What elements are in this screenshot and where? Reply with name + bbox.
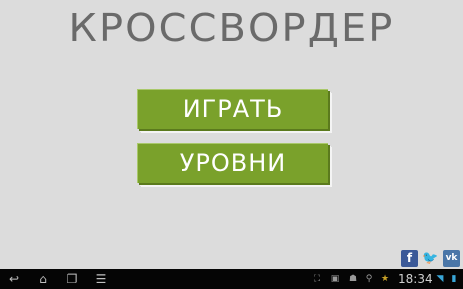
menu-icon[interactable]: ☰	[93, 269, 109, 289]
usb-icon: ⚲	[365, 274, 373, 284]
star-icon: ★	[380, 274, 390, 284]
vk-icon[interactable]: vk	[443, 250, 460, 267]
screenshot-icon: ⛶	[313, 274, 321, 284]
app-title: КРОССВОРДЕР	[68, 6, 395, 50]
back-icon[interactable]: ↩	[6, 269, 22, 289]
gallery-icon: ▣	[330, 274, 340, 284]
twitter-icon[interactable]: 🐦	[422, 250, 439, 267]
facebook-icon[interactable]: f	[401, 250, 418, 267]
status-clock: 18:34	[398, 272, 433, 286]
android-icon: ☗	[348, 274, 358, 284]
battery-icon: ▮	[451, 274, 457, 284]
screen: КРОССВОРДЕР ИГРАТЬ УРОВНИ f 🐦 vk ↩ ⌂ ❐ ☰…	[0, 0, 463, 289]
social-share-bar: f 🐦 vk	[401, 250, 460, 267]
system-navigation-bar: ↩ ⌂ ❐ ☰ ⛶ ▣ ☗ ⚲ ★ 18:34 ◥ ▮	[0, 269, 463, 289]
home-icon[interactable]: ⌂	[35, 269, 51, 289]
wifi-icon: ◥	[436, 274, 444, 284]
recent-apps-icon[interactable]: ❐	[64, 269, 80, 289]
play-button[interactable]: ИГРАТЬ	[137, 89, 328, 129]
levels-button[interactable]: УРОВНИ	[137, 143, 328, 183]
app-area: КРОССВОРДЕР ИГРАТЬ УРОВНИ f 🐦 vk	[0, 0, 463, 269]
